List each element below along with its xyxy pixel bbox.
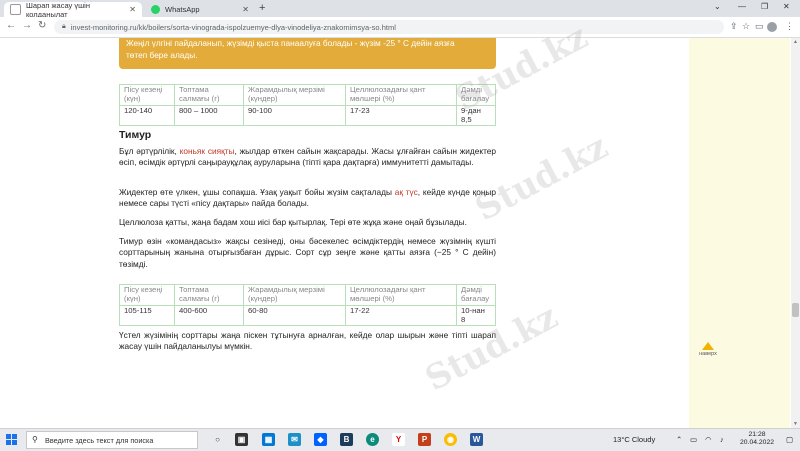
forward-icon[interactable]: → (22, 20, 32, 31)
word-icon[interactable]: W (470, 433, 483, 446)
header-tasting: Дәмді бағалау (456, 84, 496, 106)
close-icon[interactable]: ✕ (242, 5, 249, 14)
header-tasting: Дәмді бағалау (456, 284, 496, 306)
volume-icon[interactable]: ♪ (720, 435, 724, 444)
paragraph-4: Тимур өзін «командасыз» жақсы сезінеді, … (119, 236, 496, 269)
table-header-row: Пісу кезеңі (күн) Топтама салмағы (г) Жа… (119, 284, 496, 306)
back-icon[interactable]: ← (6, 20, 16, 31)
network-icon[interactable]: ▭ (690, 435, 697, 444)
cell-ripening: 105-115 (119, 304, 175, 327)
cell-tasting: 9-дан 8,5 (456, 104, 496, 127)
powerpoint-icon[interactable]: P (418, 433, 431, 446)
mail-icon[interactable]: ✉ (288, 433, 301, 446)
table-row: 120-140 800 – 1000 90-100 17-23 9-дан 8,… (119, 104, 496, 127)
url-text: invest-monitoring.ru/kk/boilers/sorta-vi… (70, 22, 396, 32)
callout-line-1: Жеңіл үлгіні пайдаланып, жүзімді қыста п… (126, 38, 455, 48)
widgets-icon[interactable]: ▦ (262, 433, 275, 446)
white-color-link[interactable]: ақ түс (395, 187, 418, 197)
header-shelf-life: Жарамдылық мерзімі (күндер) (243, 284, 346, 306)
browser-toolbar: ← → ↻ 🔒︎ invest-monitoring.ru/kk/boilers… (0, 17, 800, 38)
reload-icon[interactable]: ↻ (38, 20, 46, 31)
tab-label: WhatsApp (165, 5, 200, 14)
paragraph-5: Үстел жүзімінің сорттары жаңа піскен тұт… (119, 330, 496, 352)
tab-whatsapp[interactable]: WhatsApp ✕ (145, 2, 255, 17)
paragraph-3: Целлюлоза қатты, жаңа бадам хош иісі бар… (119, 217, 467, 227)
header-bunch-weight: Топтама салмағы (г) (174, 84, 244, 106)
taskbar: ⚲ Введите здесь текст для поиска ○ ▣ ▦ ✉… (0, 428, 800, 451)
spec-table-1: Пісу кезеңі (күн) Топтама салмағы (г) Жа… (119, 84, 496, 127)
bold-app-icon[interactable]: B (340, 433, 353, 446)
windows-start-icon[interactable] (6, 434, 17, 445)
cell-bunch-weight: 800 – 1000 (174, 104, 244, 127)
reading-list-icon[interactable]: ▭ (755, 21, 764, 32)
section-title: Тимур (119, 129, 152, 141)
lock-icon: 🔒︎ (62, 23, 66, 30)
yandex-icon[interactable]: Y (392, 433, 405, 446)
header-bunch-weight: Топтама салмағы (г) (174, 284, 244, 306)
arrow-up-icon (702, 342, 714, 350)
scroll-to-top-label: наверх (699, 351, 717, 357)
clock-time: 21:28 (748, 431, 766, 438)
tab-wine-article[interactable]: Шарап жасау үшін қолданылат ✕ (4, 0, 142, 19)
tray-chevron-icon[interactable]: ⌃ (676, 435, 682, 444)
header-sugar: Целлюлозадағы қант мөлшері (%) (345, 84, 457, 106)
tab-search-icon[interactable]: ⌄ (714, 2, 721, 11)
chrome-icon[interactable]: ◉ (444, 433, 457, 446)
page-icon (10, 4, 21, 15)
cell-sugar: 17-22 (345, 304, 457, 327)
task-view-icon[interactable]: ▣ (235, 433, 248, 446)
table-header-row: Пісу кезеңі (күн) Топтама салмағы (г) Жа… (119, 84, 496, 106)
cell-shelf-life: 90-100 (243, 104, 346, 127)
close-window-icon[interactable]: ✕ (783, 2, 790, 11)
menu-icon[interactable]: ⋮ (785, 21, 794, 32)
header-ripening: Пісу кезеңі (күн) (119, 84, 175, 106)
whatsapp-icon (151, 5, 160, 14)
scroll-up-icon[interactable]: ▲ (793, 39, 798, 45)
restore-icon[interactable]: ❐ (761, 2, 768, 11)
right-sidebar (689, 38, 790, 428)
cell-ripening: 120-140 (119, 104, 175, 127)
search-placeholder: Введите здесь текст для поиска (45, 435, 154, 445)
bookmark-icon[interactable]: ☆ (742, 21, 750, 32)
clock-date: 20.04.2022 (740, 439, 775, 447)
web-page: Жеңіл үлгіні пайдаланып, жүзімді қыста п… (0, 17, 800, 428)
paragraph-1: Бұл әртүрлілік, коньяк сияқты, жылдар өт… (119, 146, 496, 168)
address-bar[interactable]: 🔒︎ invest-monitoring.ru/kk/boilers/sorta… (54, 20, 724, 34)
profile-avatar[interactable] (767, 22, 777, 32)
scrollbar-thumb[interactable] (792, 303, 799, 317)
cell-bunch-weight: 400-600 (174, 304, 244, 327)
weather-widget[interactable]: 13°C Cloudy (613, 435, 655, 444)
cell-shelf-life: 60-80 (243, 304, 346, 327)
notifications-icon[interactable]: ▢ (786, 435, 793, 444)
left-margin (0, 38, 103, 428)
spec-table-2: Пісу кезеңі (күн) Топтама салмағы (г) Жа… (119, 284, 496, 327)
taskbar-search-input[interactable]: ⚲ Введите здесь текст для поиска (26, 431, 198, 449)
callout-line-2: төтеп бере алады. (126, 49, 198, 60)
new-tab-icon[interactable]: + (259, 2, 265, 14)
paragraph-2: Жидектер өте үлкен, ұшы сопақша. Ұзақ уа… (119, 187, 496, 209)
tab-strip: Шарап жасау үшін қолданылат ✕ WhatsApp ✕… (0, 0, 800, 19)
watermark: Stud.kz (469, 126, 615, 230)
tip-callout: Жеңіл үлгіні пайдаланып, жүзімді қыста п… (119, 38, 496, 69)
close-icon[interactable]: ✕ (129, 5, 136, 14)
header-sugar: Целлюлозадағы қант мөлшері (%) (345, 284, 457, 306)
dropbox-icon[interactable]: ◆ (314, 433, 327, 446)
scroll-to-top-button[interactable]: наверх (697, 342, 719, 357)
header-shelf-life: Жарамдылық мерзімі (күндер) (243, 84, 346, 106)
cell-tasting: 10-нан 8 (456, 304, 496, 327)
scroll-down-icon[interactable]: ▼ (793, 421, 798, 427)
tab-label: Шарап жасау үшін қолданылат (26, 0, 90, 19)
search-icon: ⚲ (32, 435, 38, 444)
edge-icon[interactable]: e (366, 433, 379, 446)
cognac-link[interactable]: коньяк сияқты (180, 146, 235, 156)
cell-sugar: 17-23 (345, 104, 457, 127)
page-scrollbar[interactable]: ▲ ▼ (791, 38, 800, 428)
minimize-icon[interactable]: — (738, 2, 746, 11)
header-ripening: Пісу кезеңі (күн) (119, 284, 175, 306)
clock[interactable]: 21:28 20.04.2022 (740, 431, 774, 448)
cortana-icon[interactable]: ○ (211, 433, 224, 446)
share-icon[interactable]: ⇪ (730, 21, 738, 32)
wifi-icon[interactable]: ◠ (705, 435, 712, 444)
table-row: 105-115 400-600 60-80 17-22 10-нан 8 (119, 304, 496, 327)
